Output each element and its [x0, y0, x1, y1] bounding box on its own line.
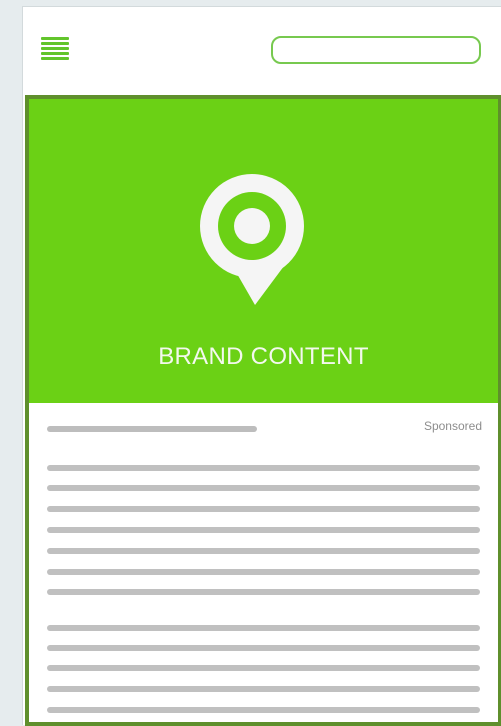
paragraph-line — [47, 527, 480, 533]
paragraph-line — [47, 686, 480, 692]
paragraph-line — [47, 465, 480, 471]
brand-hero-banner[interactable]: BRAND CONTENT — [29, 99, 498, 403]
article-preview: Sponsored — [29, 403, 498, 722]
paragraph-line — [47, 665, 480, 671]
headline-placeholder-line — [47, 426, 257, 432]
paragraph-line — [47, 485, 480, 491]
menu-icon[interactable] — [41, 37, 69, 65]
paragraph-line — [47, 645, 480, 651]
paragraph-line — [47, 506, 480, 512]
paragraph-line — [47, 589, 480, 595]
hamburger-menu-icon — [41, 37, 69, 60]
paragraph-line — [47, 569, 480, 575]
sponsored-label: Sponsored — [423, 419, 482, 433]
paragraph-line — [47, 625, 480, 631]
phone-frame: BRAND CONTENT Sponsored — [22, 6, 501, 726]
sponsored-ad-card[interactable]: BRAND CONTENT Sponsored — [25, 95, 501, 726]
paragraph-line — [47, 548, 480, 554]
search-input[interactable] — [271, 36, 481, 64]
paragraph-line — [47, 707, 480, 713]
location-speech-bubble-icon — [200, 174, 304, 305]
top-bar — [23, 7, 501, 93]
brand-title: BRAND CONTENT — [158, 343, 369, 370]
